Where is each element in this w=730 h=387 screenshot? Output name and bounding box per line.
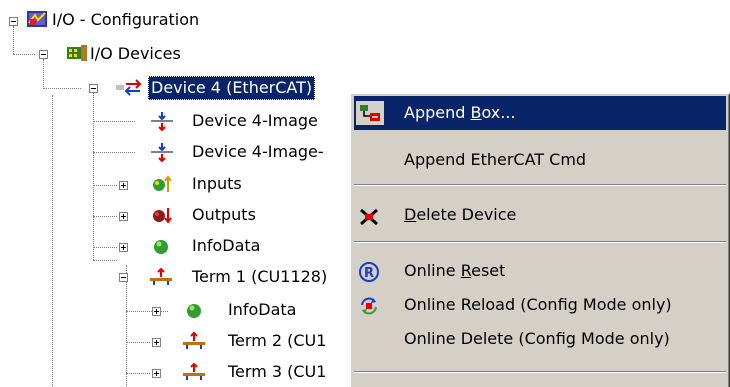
menu-separator — [354, 371, 726, 373]
menu-item-online-delete[interactable]: Online Delete (Config Mode only) — [354, 322, 726, 356]
tree-line — [13, 26, 14, 54]
tree-line — [43, 88, 81, 89]
terminal-icon — [182, 331, 205, 351]
tree-line — [52, 95, 53, 387]
tree-line — [126, 311, 168, 312]
tree-line — [43, 59, 44, 87]
tree-node-io-devices[interactable]: I/O Devices — [87, 42, 184, 66]
infodata-icon — [184, 300, 206, 320]
tree-line — [93, 92, 94, 260]
tree-line — [93, 247, 117, 248]
tree-node-io-configuration[interactable]: I/O - Configuration — [49, 8, 202, 32]
terminal-icon — [182, 362, 205, 382]
tree-line — [93, 152, 135, 153]
tree-node-term1-infodata[interactable]: InfoData — [225, 298, 299, 322]
infodata-icon — [151, 236, 173, 256]
expander-inputs[interactable] — [119, 181, 128, 190]
tree-node-outputs[interactable]: Outputs — [189, 203, 259, 227]
menu-separator — [354, 184, 726, 186]
io-devices-icon — [66, 43, 88, 63]
tree-node-device-4[interactable]: Device 4 (EtherCAT) — [148, 76, 316, 100]
process-image-icon — [151, 111, 173, 132]
online-reset-icon: R — [358, 261, 380, 282]
tree-line — [126, 342, 150, 343]
tree-node-device-4-image[interactable]: Device 4-Image — [189, 109, 321, 133]
expander-device-4[interactable] — [89, 84, 98, 93]
expander-term-1[interactable] — [119, 273, 128, 282]
menu-item-label: Online Reload (Config Mode only) — [404, 295, 672, 314]
tree-line — [93, 121, 135, 122]
svg-text:R: R — [364, 266, 374, 281]
menu-separator — [354, 241, 726, 243]
delete-device-icon — [358, 205, 380, 226]
menu-item-append-box[interactable]: Append Box... — [354, 96, 726, 130]
process-image-icon — [151, 142, 173, 163]
tree-node-term-3[interactable]: Term 3 (CU1 — [225, 360, 329, 384]
tree-line — [13, 54, 35, 55]
tree-node-term-1[interactable]: Term 1 (CU1128) — [189, 265, 330, 289]
menu-item-online-reload[interactable]: Online Reload (Config Mode only) — [354, 288, 726, 322]
tree-line — [93, 216, 117, 217]
io-configuration-icon — [26, 9, 48, 29]
tree-node-inputs[interactable]: Inputs — [189, 172, 245, 196]
expander-io-devices[interactable] — [39, 50, 48, 59]
menu-item-online-reset[interactable]: R Online Reset — [354, 254, 726, 288]
tree-line — [93, 185, 117, 186]
menu-item-label: Delete Device — [404, 205, 517, 224]
expander-outputs[interactable] — [119, 212, 128, 221]
menu-item-label: Online Delete (Config Mode only) — [404, 329, 670, 348]
tree-node-device-4-image-info[interactable]: Device 4-Image- — [189, 140, 327, 164]
tree-node-infodata[interactable]: InfoData — [189, 234, 263, 258]
expander-term1-infodata[interactable] — [152, 307, 161, 316]
tree-node-term-2[interactable]: Term 2 (CU1 — [225, 329, 329, 353]
menu-item-delete-device[interactable]: Delete Device — [354, 198, 726, 232]
expander-term-2[interactable] — [152, 338, 161, 347]
outputs-icon — [151, 205, 173, 225]
expander-infodata[interactable] — [119, 243, 128, 252]
expander-term-3[interactable] — [152, 369, 161, 378]
ethercat-device-icon — [116, 78, 142, 98]
expander-io-configuration[interactable] — [9, 17, 18, 26]
context-menu: Append Box... Append EtherCAT Cmd Delete… — [350, 93, 730, 387]
append-box-icon — [356, 101, 384, 125]
online-reload-icon — [358, 295, 380, 315]
tree-line — [126, 373, 150, 374]
menu-item-label: Online Reset — [404, 261, 506, 280]
tree-line — [126, 265, 127, 387]
tree-line — [93, 260, 117, 261]
menu-item-append-ethercat-cmd[interactable]: Append EtherCAT Cmd — [354, 143, 726, 177]
terminal-icon — [149, 267, 172, 287]
menu-item-label: Append Box... — [404, 103, 516, 122]
menu-item-label: Append EtherCAT Cmd — [404, 150, 587, 169]
inputs-icon — [151, 174, 173, 194]
